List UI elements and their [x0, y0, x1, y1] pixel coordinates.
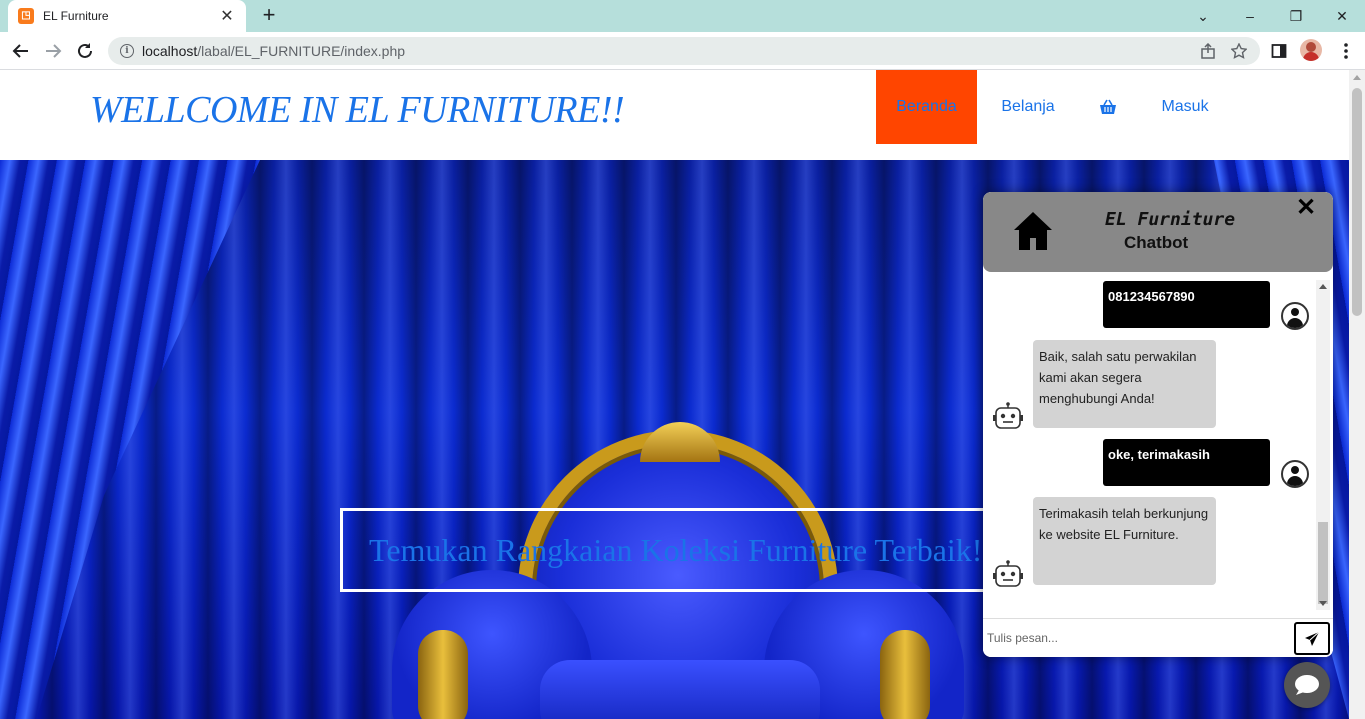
hero-chair-seat	[540, 660, 820, 719]
minimize-icon[interactable]: –	[1227, 0, 1273, 32]
browser-tab[interactable]: ◳ EL Furniture ✕	[8, 0, 246, 32]
chat-message-user: 081234567890	[1103, 281, 1270, 328]
tab-title: EL Furniture	[43, 9, 109, 23]
side-panel-icon[interactable]	[1270, 42, 1288, 60]
reload-icon[interactable]	[73, 39, 97, 63]
robot-icon	[992, 402, 1024, 432]
chat-toggle-button[interactable]	[1284, 662, 1330, 708]
send-button[interactable]	[1294, 622, 1330, 655]
favicon-icon: ◳	[18, 8, 34, 24]
chat-input-bar	[983, 618, 1333, 657]
chat-close-icon[interactable]: ✕	[1296, 195, 1316, 221]
browser-tab-strip: ◳ EL Furniture ✕ + ⌄ – ❐ ✕	[0, 0, 1365, 32]
address-bar[interactable]: i localhost/labal/EL_FURNITURE/index.php	[108, 37, 1260, 65]
user-avatar-icon	[1281, 302, 1309, 330]
chat-messages: 081234567890 Baik, salah satu perwakilan…	[983, 272, 1333, 618]
site-brand: WELLCOME IN EL FURNITURE!!	[90, 89, 625, 131]
user-avatar-icon	[1281, 460, 1309, 488]
bookmark-star-icon[interactable]	[1230, 42, 1248, 60]
chatbot-title: EL Furniture	[1105, 209, 1236, 230]
tab-close-icon[interactable]: ✕	[218, 6, 236, 26]
share-icon[interactable]	[1199, 42, 1217, 60]
scroll-up-icon[interactable]	[1353, 75, 1361, 80]
tab-search-icon[interactable]: ⌄	[1180, 0, 1226, 32]
hero-tagline-box: Temukan Rangkaian Koleksi Furniture Terb…	[340, 508, 1000, 592]
chat-scrollbar[interactable]	[1316, 280, 1330, 610]
page-scrollbar[interactable]	[1349, 70, 1365, 719]
hero-chair-leg-right	[880, 630, 930, 719]
chatbot-subtitle: Chatbot	[1124, 233, 1189, 252]
url-host: localhost	[142, 43, 198, 59]
page-scroll-thumb[interactable]	[1352, 88, 1362, 316]
chatbot-header: EL Furniture Chatbot ✕	[983, 192, 1333, 272]
browser-toolbar: i localhost/labal/EL_FURNITURE/index.php	[0, 32, 1365, 70]
site-info-icon[interactable]: i	[120, 44, 134, 58]
back-icon[interactable]	[9, 39, 33, 63]
nav-masuk[interactable]: Masuk	[1137, 70, 1233, 144]
forward-icon[interactable]	[41, 39, 65, 63]
nav-belanja[interactable]: Belanja	[977, 70, 1079, 144]
home-icon	[1013, 210, 1053, 252]
chat-message-user: oke, terimakasih	[1103, 439, 1270, 486]
chat-bubble-icon	[1295, 675, 1319, 695]
menu-kebab-icon[interactable]	[1337, 42, 1355, 60]
nav-beranda[interactable]: Beranda	[876, 70, 977, 144]
hero-curtain-left	[0, 160, 260, 719]
chatbot-window: 081234567890 Baik, salah satu perwakilan…	[983, 192, 1333, 657]
chat-message-bot: Terimakasih telah berkunjung ke website …	[1033, 497, 1216, 585]
chat-message-input[interactable]	[987, 625, 1287, 651]
chat-scroll-up-icon[interactable]	[1319, 284, 1327, 289]
site-header: WELLCOME IN EL FURNITURE!! Beranda Belan…	[0, 70, 1349, 160]
chat-message-bot: Baik, salah satu perwakilan kami akan se…	[1033, 340, 1216, 428]
hero-tagline: Temukan Rangkaian Koleksi Furniture Terb…	[369, 531, 983, 568]
close-window-icon[interactable]: ✕	[1319, 0, 1365, 32]
new-tab-icon[interactable]: +	[258, 4, 280, 26]
chat-scroll-down-icon[interactable]	[1319, 601, 1327, 606]
chat-scroll-thumb[interactable]	[1318, 522, 1328, 604]
hero-chair-leg-left	[418, 630, 468, 719]
restore-icon[interactable]: ❐	[1273, 0, 1319, 32]
nav-cart[interactable]	[1079, 70, 1137, 144]
paper-plane-icon	[1305, 631, 1320, 646]
main-nav: Beranda Belanja Masuk	[876, 70, 1233, 144]
shopping-basket-icon	[1100, 99, 1116, 114]
robot-icon	[992, 560, 1024, 590]
url-path: /labal/EL_FURNITURE/index.php	[197, 43, 406, 59]
profile-avatar[interactable]	[1300, 39, 1322, 61]
hero-chair-crown	[640, 422, 720, 462]
